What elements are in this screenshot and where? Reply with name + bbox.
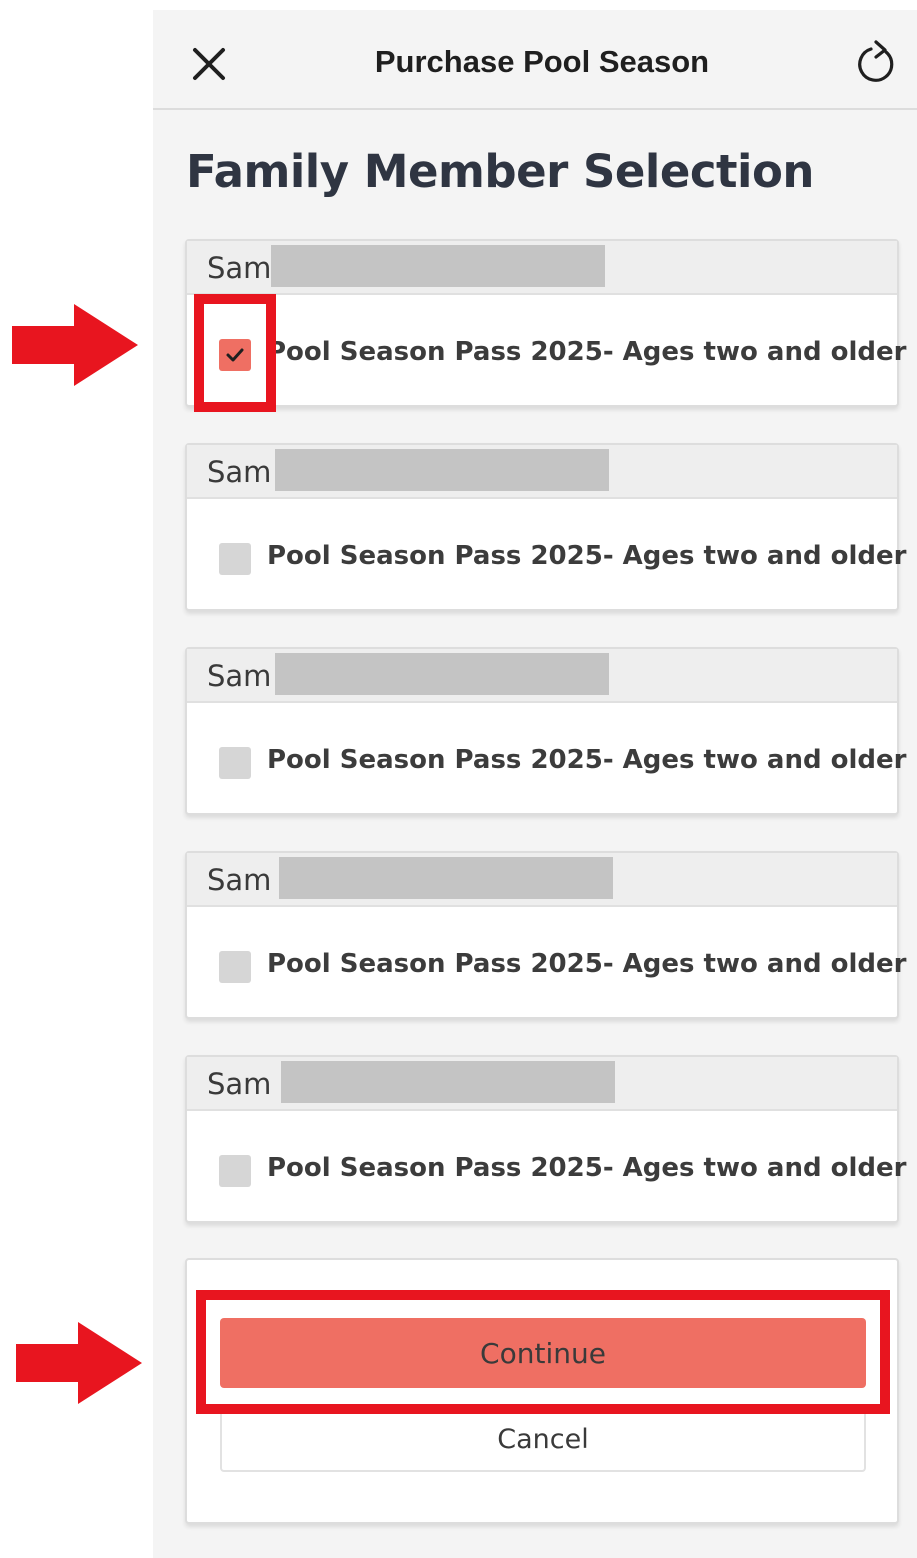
pass-option-label: Pool Season Pass 2025- Ages two and olde… xyxy=(267,541,907,571)
member-card: Sam Pool Season Pass 2025- Ages two and … xyxy=(185,851,906,1019)
pass-option-row[interactable]: Pool Season Pass 2025- Ages two and olde… xyxy=(187,905,906,1017)
redacted-name-block xyxy=(281,1061,615,1103)
annotation-arrow-checkbox xyxy=(12,304,138,386)
pass-checkbox[interactable] xyxy=(219,543,251,575)
member-name: Sam xyxy=(207,455,272,489)
member-header: Sam xyxy=(187,445,897,499)
redacted-name-block xyxy=(275,449,609,491)
pass-option-row[interactable]: Pool Season Pass 2025- Ages two and olde… xyxy=(187,701,906,813)
pass-checkbox[interactable] xyxy=(219,339,251,371)
member-header: Sam xyxy=(187,649,897,703)
pass-option-label: Pool Season Pass 2025- Ages two and olde… xyxy=(267,1153,907,1183)
member-name: Sam xyxy=(207,863,272,897)
pass-option-row[interactable]: Pool Season Pass 2025- Ages two and olde… xyxy=(187,1109,906,1221)
top-bar: Purchase Pool Season xyxy=(153,10,917,110)
app-screen: Purchase Pool Season Family Member Selec… xyxy=(153,10,917,1558)
pass-checkbox[interactable] xyxy=(219,1155,251,1187)
member-card: Sam Pool Season Pass 2025- Ages two and … xyxy=(185,1055,906,1223)
member-name: Sam xyxy=(207,251,272,285)
page-title: Family Member Selection xyxy=(186,145,814,198)
continue-button[interactable]: Continue xyxy=(220,1318,866,1388)
member-name: Sam xyxy=(207,659,272,693)
member-card: Sam Pool Season Pass 2025- Ages two and … xyxy=(185,239,906,407)
redacted-name-block xyxy=(275,653,609,695)
pass-option-label: Pool Season Pass 2025- Ages two and olde… xyxy=(267,337,907,367)
member-name: Sam xyxy=(207,1067,272,1101)
pass-checkbox[interactable] xyxy=(219,747,251,779)
annotation-arrow-continue xyxy=(16,1322,142,1404)
pass-option-label: Pool Season Pass 2025- Ages two and olde… xyxy=(267,745,907,775)
pass-option-label: Pool Season Pass 2025- Ages two and olde… xyxy=(267,949,907,979)
redacted-name-block xyxy=(271,245,605,287)
refresh-icon xyxy=(858,40,894,82)
member-card: Sam Pool Season Pass 2025- Ages two and … xyxy=(185,647,906,815)
actions-card: Continue Cancel xyxy=(185,1258,899,1524)
cancel-button[interactable]: Cancel xyxy=(220,1408,866,1472)
checkmark-icon xyxy=(226,348,244,362)
member-header: Sam xyxy=(187,1057,897,1111)
redacted-name-block xyxy=(279,857,613,899)
member-header: Sam xyxy=(187,853,897,907)
pass-checkbox[interactable] xyxy=(219,951,251,983)
pass-option-row[interactable]: Pool Season Pass 2025- Ages two and olde… xyxy=(187,293,906,405)
refresh-button[interactable] xyxy=(853,40,901,88)
pass-option-row[interactable]: Pool Season Pass 2025- Ages two and olde… xyxy=(187,497,906,609)
page-header-title: Purchase Pool Season xyxy=(374,44,710,79)
member-card: Sam Pool Season Pass 2025- Ages two and … xyxy=(185,443,906,611)
member-header: Sam xyxy=(187,241,897,295)
